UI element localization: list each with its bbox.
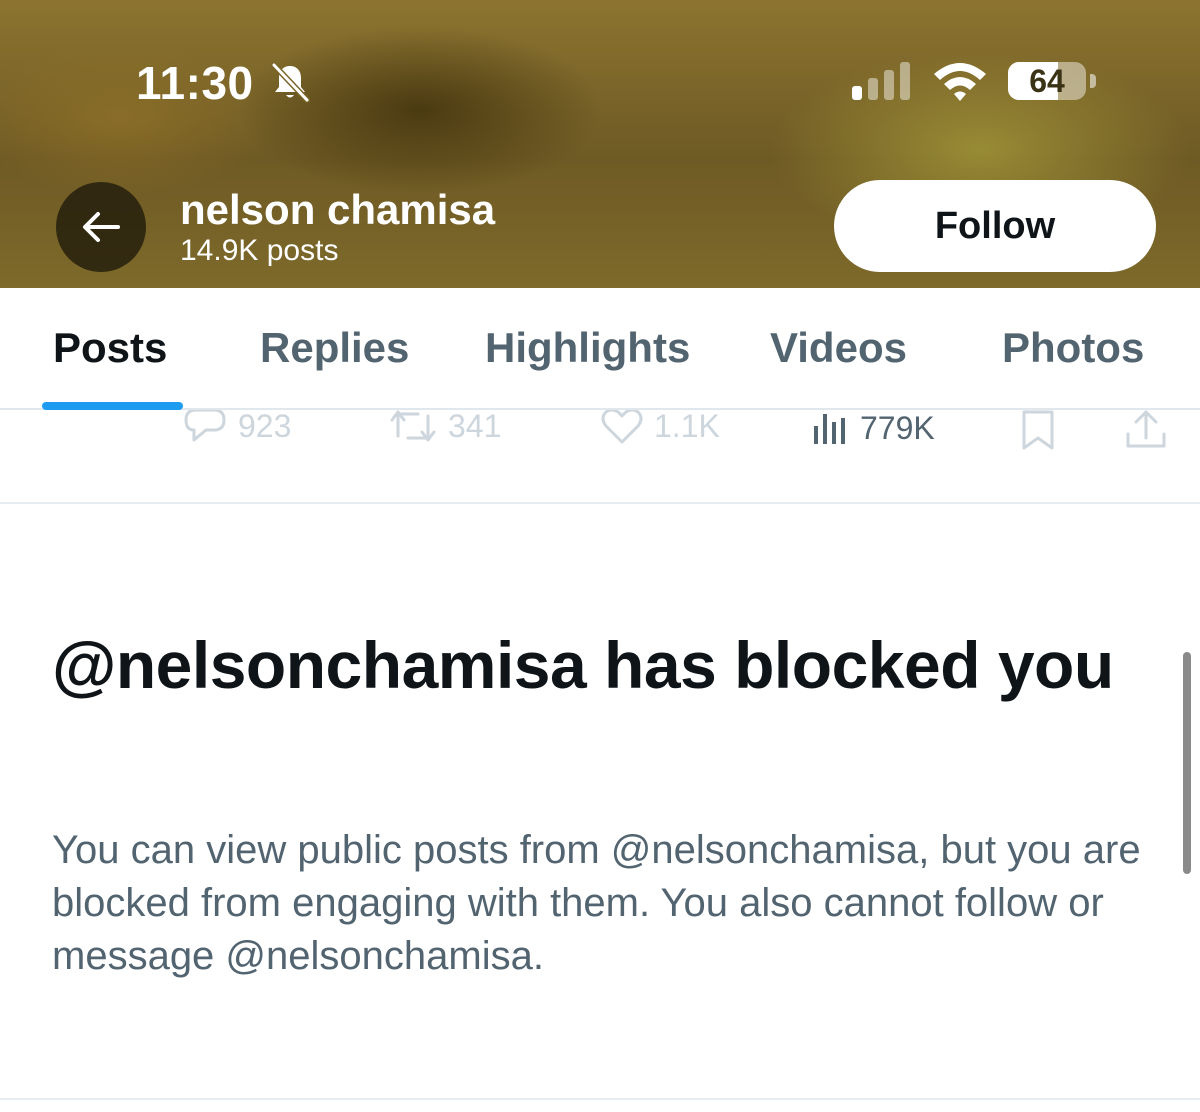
reply-count: 923: [238, 410, 292, 444]
post-engagement-bar: 923 341 1.1K 779K: [0, 410, 1200, 460]
view-count: 779K: [860, 410, 935, 446]
profile-name: nelson chamisa: [180, 186, 496, 233]
like-count: 1.1K: [654, 410, 720, 444]
battery-indicator: 64: [1008, 62, 1086, 100]
tab-highlights[interactable]: Highlights: [485, 324, 690, 372]
share-action[interactable]: [1124, 410, 1168, 452]
arrow-left-icon: [83, 212, 120, 242]
scrollbar[interactable]: [1183, 652, 1191, 874]
heart-icon: [601, 410, 643, 444]
battery-cap: [1090, 74, 1096, 88]
share-icon: [1126, 410, 1166, 448]
reply-action[interactable]: 923: [182, 410, 291, 446]
bell-off-icon: [271, 62, 310, 103]
tab-videos[interactable]: Videos: [770, 324, 907, 372]
repost-count: 341: [448, 410, 502, 444]
follow-button[interactable]: Follow: [834, 180, 1156, 272]
views-action[interactable]: 779K: [810, 410, 935, 448]
profile-tabs: Posts Replies Highlights Videos Photos: [0, 288, 1200, 410]
profile-header: 11:30 64 nelson chamisa 14.9K posts Foll…: [0, 0, 1200, 288]
section-divider: [0, 1098, 1200, 1100]
active-tab-indicator: [42, 402, 183, 410]
back-button[interactable]: [56, 182, 146, 272]
repost-icon: [390, 410, 436, 442]
battery-percentage: 64: [1029, 62, 1065, 99]
tab-posts[interactable]: Posts: [53, 324, 167, 372]
reply-icon: [184, 410, 226, 442]
cellular-signal-icon: [852, 62, 910, 100]
blocked-description: You can view public posts from @nelsonch…: [52, 828, 1141, 978]
bookmark-icon: [1022, 410, 1054, 450]
status-time: 11:30: [136, 57, 254, 109]
bookmark-action[interactable]: [1018, 410, 1058, 452]
profile-post-count: 14.9K posts: [180, 234, 339, 267]
post-divider: [0, 502, 1200, 504]
wifi-icon: [934, 63, 986, 101]
repost-action[interactable]: 341: [388, 410, 501, 446]
blocked-title: @nelsonchamisa has blocked you: [52, 628, 1114, 702]
analytics-icon: [814, 414, 845, 444]
like-action[interactable]: 1.1K: [600, 410, 720, 446]
tab-photos[interactable]: Photos: [1002, 324, 1144, 372]
tab-replies[interactable]: Replies: [260, 324, 409, 372]
